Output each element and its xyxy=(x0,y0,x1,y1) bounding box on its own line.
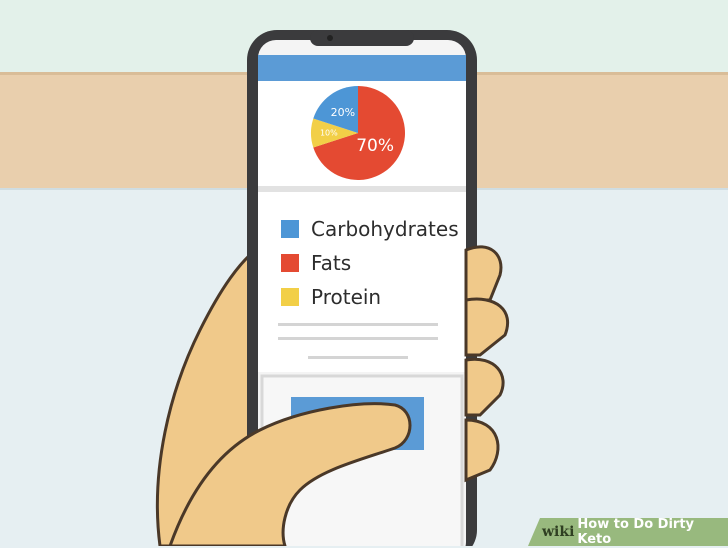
finger xyxy=(464,357,505,417)
divider xyxy=(258,186,466,192)
camera-icon xyxy=(327,35,333,41)
legend-item-protein: Protein xyxy=(281,280,459,314)
screen-header xyxy=(258,55,466,81)
finger xyxy=(464,245,503,302)
legend-label: Protein xyxy=(311,285,382,309)
text-line xyxy=(308,356,408,359)
finger xyxy=(464,297,510,357)
pie-chart: 70% 10% 20% xyxy=(311,85,405,180)
legend-item-fats: Fats xyxy=(281,246,459,280)
finger xyxy=(464,418,500,483)
chart-legend: Carbohydrates Fats Protein xyxy=(281,212,459,314)
watermark-title: How to Do Dirty Keto xyxy=(577,517,695,547)
text-line xyxy=(278,337,438,340)
pie-data-label: 10% xyxy=(320,129,338,138)
text-line xyxy=(278,323,438,326)
legend-swatch xyxy=(281,254,299,272)
pie-data-label: 20% xyxy=(331,106,355,119)
wikihow-watermark: wiki How to Do Dirty Keto xyxy=(528,518,728,546)
watermark-brand: wiki xyxy=(542,524,575,540)
legend-item-carbohydrates: Carbohydrates xyxy=(281,212,459,246)
phone-notch xyxy=(310,30,414,46)
legend-label: Carbohydrates xyxy=(311,217,459,241)
legend-swatch xyxy=(281,288,299,306)
legend-swatch xyxy=(281,220,299,238)
pie-data-label: 70% xyxy=(356,136,394,156)
legend-label: Fats xyxy=(311,251,352,275)
